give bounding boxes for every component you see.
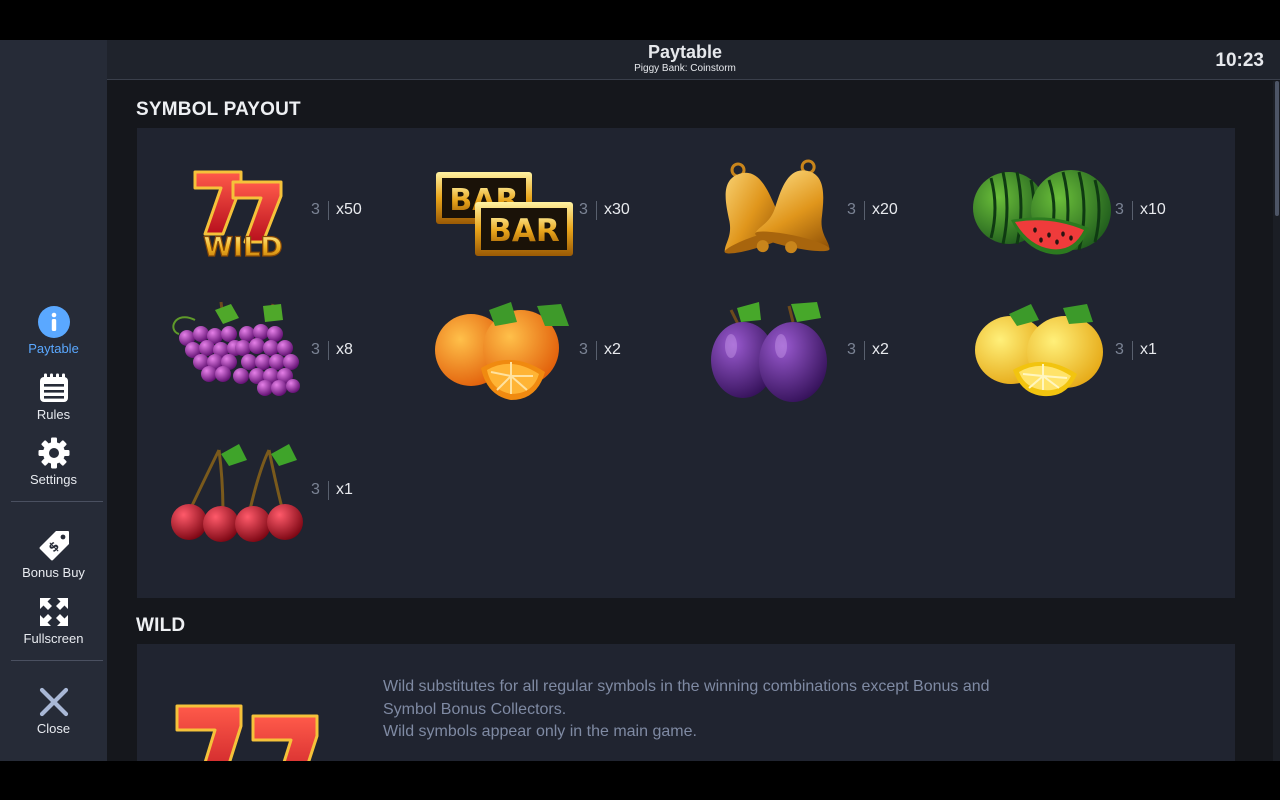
sidebar-item-label: Bonus Buy bbox=[22, 565, 85, 580]
sidebar-item-label: Settings bbox=[30, 472, 77, 487]
symbol-payout-item: 3 x10 bbox=[969, 150, 1237, 270]
symbol-payout-value: x50 bbox=[336, 201, 362, 218]
section-title-wild: WILD bbox=[136, 615, 186, 636]
divider bbox=[1132, 201, 1133, 220]
sidebar-item-label: Paytable bbox=[28, 341, 79, 356]
symbol-payout-item: 3 x1 bbox=[165, 430, 433, 550]
sidebar-item-settings[interactable]: Settings bbox=[0, 436, 107, 487]
symbol-payout-panel: WILD 3 x50 BAR BAR 3 x30 3 x20 3 x10 3 x… bbox=[137, 128, 1235, 598]
divider bbox=[1132, 341, 1133, 360]
scrollbar-thumb[interactable] bbox=[1275, 81, 1279, 216]
symbol-payout-value: x1 bbox=[1140, 341, 1157, 358]
symbol-count: 3 bbox=[311, 341, 320, 358]
page-title: Paytable bbox=[647, 42, 723, 62]
sidebar-item-fullscreen[interactable]: Fullscreen bbox=[0, 595, 107, 646]
symbol-payout-value: x10 bbox=[1140, 201, 1166, 218]
divider bbox=[328, 201, 329, 220]
sidebar-item-rules[interactable]: Rules bbox=[0, 371, 107, 422]
symbol-payout-item: 3 x8 bbox=[165, 290, 433, 410]
header-bar: Paytable Piggy Bank: Coinstorm 10:23 bbox=[107, 40, 1280, 80]
sidebar-divider bbox=[11, 501, 103, 502]
symbol-count: 3 bbox=[1115, 341, 1124, 358]
cherries-symbol-icon bbox=[165, 430, 315, 550]
symbol-payout-value: x30 bbox=[604, 201, 630, 218]
symbol-payout-item: 3 x2 bbox=[433, 290, 701, 410]
symbol-payout-value: x20 bbox=[872, 201, 898, 218]
scrollbar[interactable] bbox=[1273, 81, 1280, 761]
paytable-content[interactable]: SYMBOL PAYOUT WILD 3 x50 BAR BAR 3 x30 3… bbox=[107, 81, 1273, 761]
watermelon-symbol-icon bbox=[969, 150, 1119, 270]
svg-text:WILD: WILD bbox=[203, 232, 282, 263]
symbol-payout-value: x2 bbox=[604, 341, 621, 358]
wild-seven-symbol-icon: WILD bbox=[165, 150, 315, 270]
symbol-payout-value: x2 bbox=[872, 341, 889, 358]
sidebar-item-label: Fullscreen bbox=[23, 631, 84, 646]
divider bbox=[864, 201, 865, 220]
wild-seven-symbol-icon bbox=[167, 692, 337, 761]
bells-symbol-icon bbox=[701, 150, 851, 270]
sidebar-item-label: Rules bbox=[36, 407, 71, 422]
divider bbox=[596, 341, 597, 360]
wild-panel: Wild substitutes for all regular symbols… bbox=[137, 644, 1235, 761]
sidebar-item-bonus-buy[interactable]: $ Bonus Buy bbox=[0, 529, 107, 580]
divider bbox=[328, 341, 329, 360]
symbol-count: 3 bbox=[311, 201, 320, 218]
symbol-payout-value: x1 bbox=[336, 481, 353, 498]
clock: 10:23 bbox=[1215, 50, 1264, 71]
wild-description-line: Symbol Bonus Collectors. bbox=[383, 700, 567, 718]
plum-symbol-icon bbox=[701, 290, 851, 410]
symbol-count: 3 bbox=[311, 481, 320, 498]
bar-symbol-icon: BAR BAR bbox=[433, 150, 583, 270]
lemon-symbol-icon bbox=[969, 290, 1119, 410]
symbol-payout-item: WILD 3 x50 bbox=[165, 150, 433, 270]
wild-description: Wild substitutes for all regular symbols… bbox=[383, 676, 1083, 744]
symbol-payout-value: x8 bbox=[336, 341, 353, 358]
sidebar-item-close[interactable]: Close bbox=[0, 685, 107, 736]
divider bbox=[596, 201, 597, 220]
expand-icon bbox=[37, 595, 71, 629]
symbol-count: 3 bbox=[1115, 201, 1124, 218]
sidebar-item-paytable[interactable]: Paytable bbox=[0, 305, 107, 356]
grapes-symbol-icon bbox=[165, 290, 315, 410]
divider bbox=[864, 341, 865, 360]
symbol-count: 3 bbox=[847, 201, 856, 218]
notepad-icon bbox=[37, 371, 71, 405]
sidebar-divider bbox=[11, 660, 103, 661]
symbol-count: 3 bbox=[847, 341, 856, 358]
symbol-count: 3 bbox=[579, 341, 588, 358]
symbol-payout-item: 3 x1 bbox=[969, 290, 1237, 410]
wild-description-line: Wild symbols appear only in the main gam… bbox=[383, 723, 697, 740]
symbol-payout-item: 3 x20 bbox=[701, 150, 969, 270]
symbol-payout-item: BAR BAR 3 x30 bbox=[433, 150, 701, 270]
gear-icon bbox=[37, 436, 71, 470]
divider bbox=[328, 481, 329, 500]
svg-text:BAR: BAR bbox=[488, 213, 560, 249]
section-title-symbol-payout: SYMBOL PAYOUT bbox=[136, 99, 301, 120]
sidebar: Paytable Rules Settings $ Bonus Buy Full… bbox=[0, 40, 107, 761]
info-icon bbox=[37, 305, 71, 339]
paytable-screen: Paytable Rules Settings $ Bonus Buy Full… bbox=[0, 40, 1280, 761]
symbol-payout-item: 3 x2 bbox=[701, 290, 969, 410]
orange-symbol-icon bbox=[433, 290, 583, 410]
sidebar-item-label: Close bbox=[36, 721, 71, 736]
symbol-count: 3 bbox=[579, 201, 588, 218]
game-name: Piggy Bank: Coinstorm bbox=[634, 63, 736, 74]
wild-description-line: Wild substitutes for all regular symbols… bbox=[383, 678, 990, 695]
close-icon bbox=[37, 685, 71, 719]
price-tag-icon: $ bbox=[37, 529, 71, 563]
